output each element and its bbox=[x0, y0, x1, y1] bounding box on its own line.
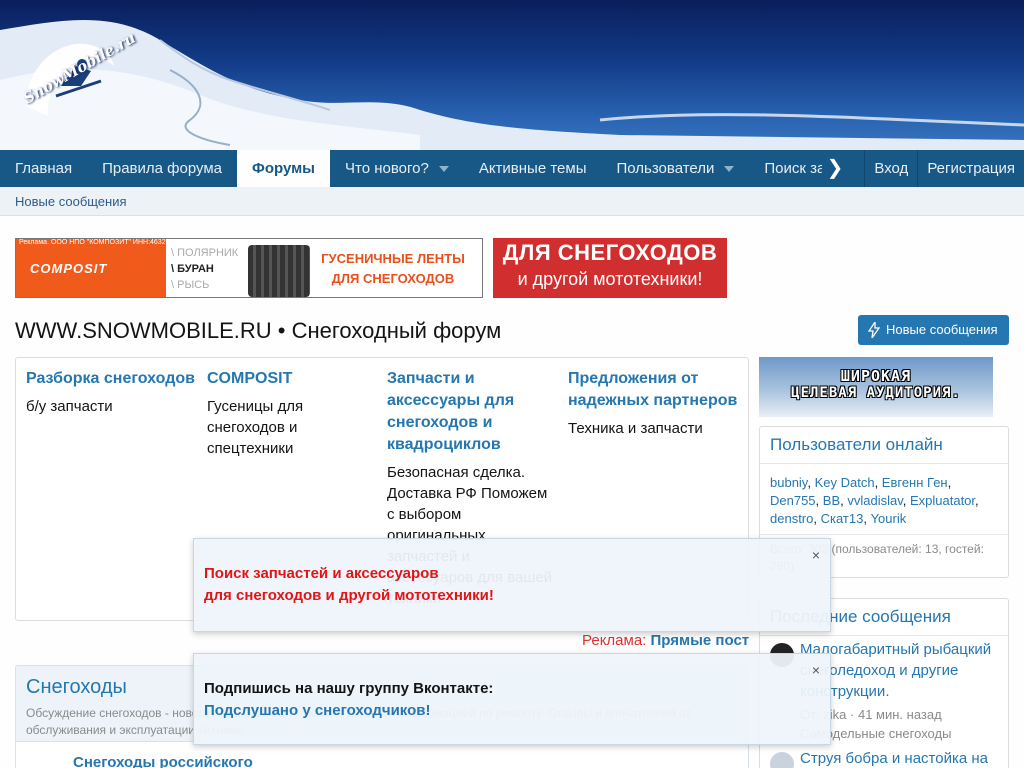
nav-auth: Вход Регистрация bbox=[864, 150, 1024, 187]
nav-members[interactable]: Пользователи bbox=[601, 150, 749, 187]
bolt-icon bbox=[868, 322, 880, 338]
nav-forums[interactable]: Форумы bbox=[237, 150, 330, 187]
partner-title[interactable]: Предложения от надежных партнеров bbox=[568, 368, 738, 412]
avatar[interactable] bbox=[770, 752, 794, 768]
close-icon[interactable]: × bbox=[808, 662, 824, 678]
ad-title: ГУСЕНИЧНЫЕ ЛЕНТЫ ДЛЯ СНЕГОХОДОВ bbox=[318, 249, 468, 289]
user-link[interactable]: vvladislav bbox=[847, 493, 902, 508]
sidebar-banner-line2: ЦЕЛЕВАЯ АУДИТОРИЯ. bbox=[791, 385, 961, 401]
composit-brand-panel: Реклама. ООО НПО "КОМПОЗИТ" ИНН:46321696… bbox=[16, 239, 256, 297]
track-image bbox=[248, 245, 310, 297]
ad-title-line2: ДЛЯ СНЕГОХОДОВ bbox=[331, 271, 455, 286]
notice-vk-group[interactable]: Подпишись на нашу группу Вконтакте: Подс… bbox=[193, 653, 831, 745]
new-posts-button-label: Новые сообщения bbox=[886, 322, 998, 337]
red-ad-line2: и другой мототехники! bbox=[517, 269, 703, 289]
notice-line2: для снегоходов и другой мототехники! bbox=[204, 587, 494, 604]
partner-desc: Техника и запчасти bbox=[568, 420, 703, 437]
latest-post-title[interactable]: Струя бобра и настойка на bbox=[800, 748, 1005, 768]
page-title: WWW.SNOWMOBILE.RU • Снегоходный форум bbox=[15, 318, 502, 343]
register-link[interactable]: Регистрация bbox=[917, 150, 1024, 187]
partner-title[interactable]: Запчасти и аксессуары для снегоходов и к… bbox=[387, 368, 557, 456]
red-ad-banner[interactable]: ДЛЯ СНЕГОХОДОВ и другой мототехники! bbox=[493, 238, 727, 298]
composit-logo: COMPOSIT bbox=[30, 261, 108, 276]
user-link[interactable]: Yourik bbox=[871, 511, 907, 526]
user-link[interactable]: bubniy bbox=[770, 475, 807, 490]
nav-active-threads-label: Активные темы bbox=[478, 160, 587, 177]
notice-link[interactable]: Подслушано у снегоходчиков! bbox=[204, 700, 820, 722]
nav-whats-new-label: Что нового? bbox=[345, 160, 429, 177]
sidebar-ad-banner[interactable]: ШИРОКАЯ ЦЕЛЕВАЯ АУДИТОРИЯ. bbox=[759, 357, 993, 417]
nav-rules[interactable]: Правила форума bbox=[87, 150, 237, 187]
nav-whats-new[interactable]: Что нового? bbox=[330, 150, 464, 187]
user-link[interactable]: Евгенн Ген bbox=[882, 475, 948, 490]
user-link[interactable]: Скат13 bbox=[821, 511, 864, 526]
ad-model: \ ПОЛЯРНИК bbox=[171, 247, 239, 259]
partner-title[interactable]: Разборка снегоходов bbox=[26, 368, 196, 390]
notice-line1: Подпишись на нашу группу Вконтакте: bbox=[204, 680, 494, 697]
nav-active-threads[interactable]: Активные темы bbox=[464, 150, 602, 187]
red-ad-line1: ДЛЯ СНЕГОХОДОВ bbox=[502, 240, 718, 265]
sidebar-banner-line1: ШИРОКАЯ bbox=[840, 367, 912, 385]
nav-scroll-right-icon[interactable]: ❯ bbox=[822, 150, 848, 187]
new-posts-button[interactable]: Новые сообщения bbox=[858, 315, 1009, 345]
ad-title-line1: ГУСЕНИЧНЫЕ ЛЕНТЫ bbox=[321, 251, 465, 266]
site-header: SnowMobile.ru bbox=[0, 0, 1024, 150]
partner-item: COMPOSIT Гусеницы для снегоходов и спецт… bbox=[207, 368, 377, 459]
partner-desc: Гусеницы для снегоходов и спецтехники bbox=[207, 398, 304, 457]
latest-post-item: Струя бобра и настойка на bbox=[770, 748, 1005, 768]
chevron-down-icon[interactable] bbox=[438, 166, 449, 173]
ad-line-link[interactable]: Прямые пост bbox=[651, 632, 750, 649]
ad-model: \ РЫСЬ bbox=[171, 279, 210, 291]
login-link[interactable]: Вход bbox=[864, 150, 917, 187]
composit-ad-banner[interactable]: Реклама. ООО НПО "КОМПОЗИТ" ИНН:46321696… bbox=[15, 238, 483, 298]
ad-models-list: \ ПОЛЯРНИК \ БУРАН \ РЫСЬ bbox=[171, 245, 238, 293]
sub-nav: Новые сообщения bbox=[0, 187, 1024, 216]
user-link[interactable]: Key Datch bbox=[815, 475, 875, 490]
close-icon[interactable]: × bbox=[808, 547, 824, 563]
partner-title[interactable]: COMPOSIT bbox=[207, 368, 377, 390]
header-mountain-background bbox=[0, 20, 1024, 150]
partner-desc: б/у запчасти bbox=[26, 398, 113, 415]
partner-item: Предложения от надежных партнеров Техник… bbox=[568, 368, 738, 439]
user-link[interactable]: Expluatator bbox=[910, 493, 975, 508]
nav-home-label: Главная bbox=[15, 160, 73, 177]
user-link[interactable]: BB bbox=[823, 493, 840, 508]
partner-item: Разборка снегоходов б/у запчасти bbox=[26, 368, 196, 417]
ad-line: Реклама: Прямые пост bbox=[582, 632, 749, 649]
online-users-title[interactable]: Пользователи онлайн bbox=[760, 427, 1008, 464]
forum-node-link[interactable]: Снегоходы российского bbox=[73, 754, 253, 768]
notice-parts-search[interactable]: Поиск запчастей и аксессуаров для снегох… bbox=[193, 538, 831, 632]
nav-members-label: Пользователи bbox=[616, 160, 715, 177]
chevron-down-icon[interactable] bbox=[724, 166, 735, 173]
subnav-new-posts-link[interactable]: Новые сообщения bbox=[15, 194, 127, 209]
ad-line-label: Реклама: bbox=[582, 632, 647, 649]
user-link[interactable]: Den755 bbox=[770, 493, 816, 508]
nav-forums-label: Форумы bbox=[252, 160, 315, 177]
user-link[interactable]: denstro bbox=[770, 511, 813, 526]
nav-rules-label: Правила форума bbox=[102, 160, 223, 177]
notice-line1: Поиск запчастей и аксессуаров bbox=[204, 565, 439, 582]
nav-search-label: Поиск за bbox=[764, 160, 826, 177]
ad-model: \ БУРАН bbox=[171, 263, 214, 275]
online-users-list: bubniy, Key Datch, Евгенн Ген, Den755, B… bbox=[760, 464, 1008, 535]
nav-home[interactable]: Главная bbox=[0, 150, 87, 187]
